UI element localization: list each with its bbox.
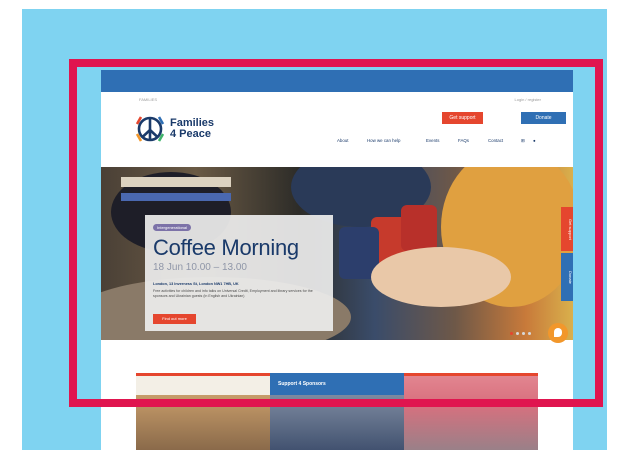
highlight-frame	[69, 59, 603, 407]
